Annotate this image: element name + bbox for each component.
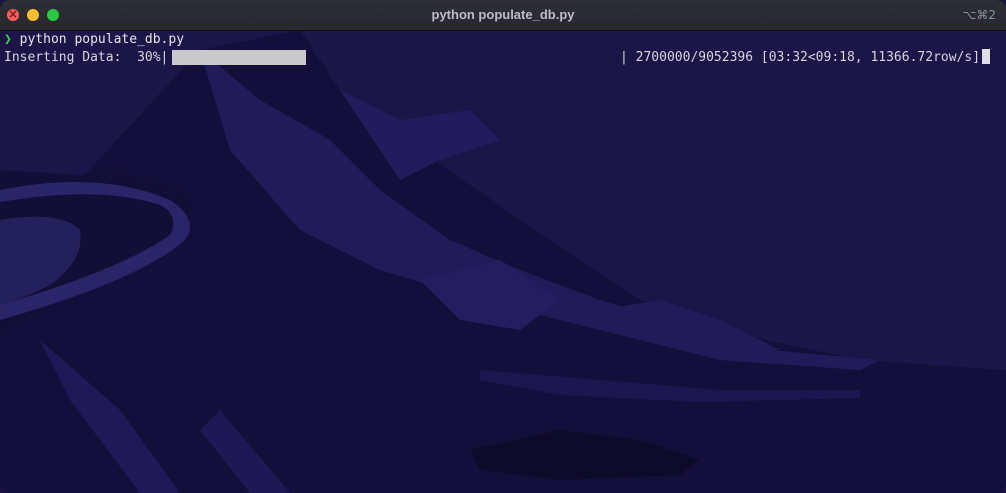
terminal-cursor (982, 49, 991, 64)
progress-bar-right-edge: | (620, 50, 628, 65)
terminal-window: python populate_db.py ⌥⌘2 ❯ python popul… (0, 0, 1006, 493)
window-title: python populate_db.py (431, 7, 575, 22)
progress-bar-left-edge: | (160, 50, 169, 65)
terminal-output[interactable]: ❯ python populate_db.py Inserting Data: … (0, 31, 1006, 493)
progress-label: Inserting Data: (4, 50, 122, 65)
title-bar[interactable]: python populate_db.py ⌥⌘2 (0, 0, 1006, 31)
progress-line: Inserting Data: 30%| (4, 49, 168, 66)
progress-bar-fill (172, 50, 306, 65)
prompt-arrow-icon: ❯ (4, 32, 12, 47)
command-text: python populate_db.py (19, 32, 185, 47)
progress-percent: 30% (137, 50, 161, 65)
progress-stats-line: | 2700000/9052396 [03:32<09:18, 11366.72… (620, 49, 991, 66)
command-line: ❯ python populate_db.py (4, 31, 184, 48)
progress-stats: 2700000/9052396 [03:32<09:18, 11366.72ro… (635, 50, 981, 65)
window-shortcut: ⌥⌘2 (962, 8, 996, 22)
progress-bar (172, 50, 617, 65)
